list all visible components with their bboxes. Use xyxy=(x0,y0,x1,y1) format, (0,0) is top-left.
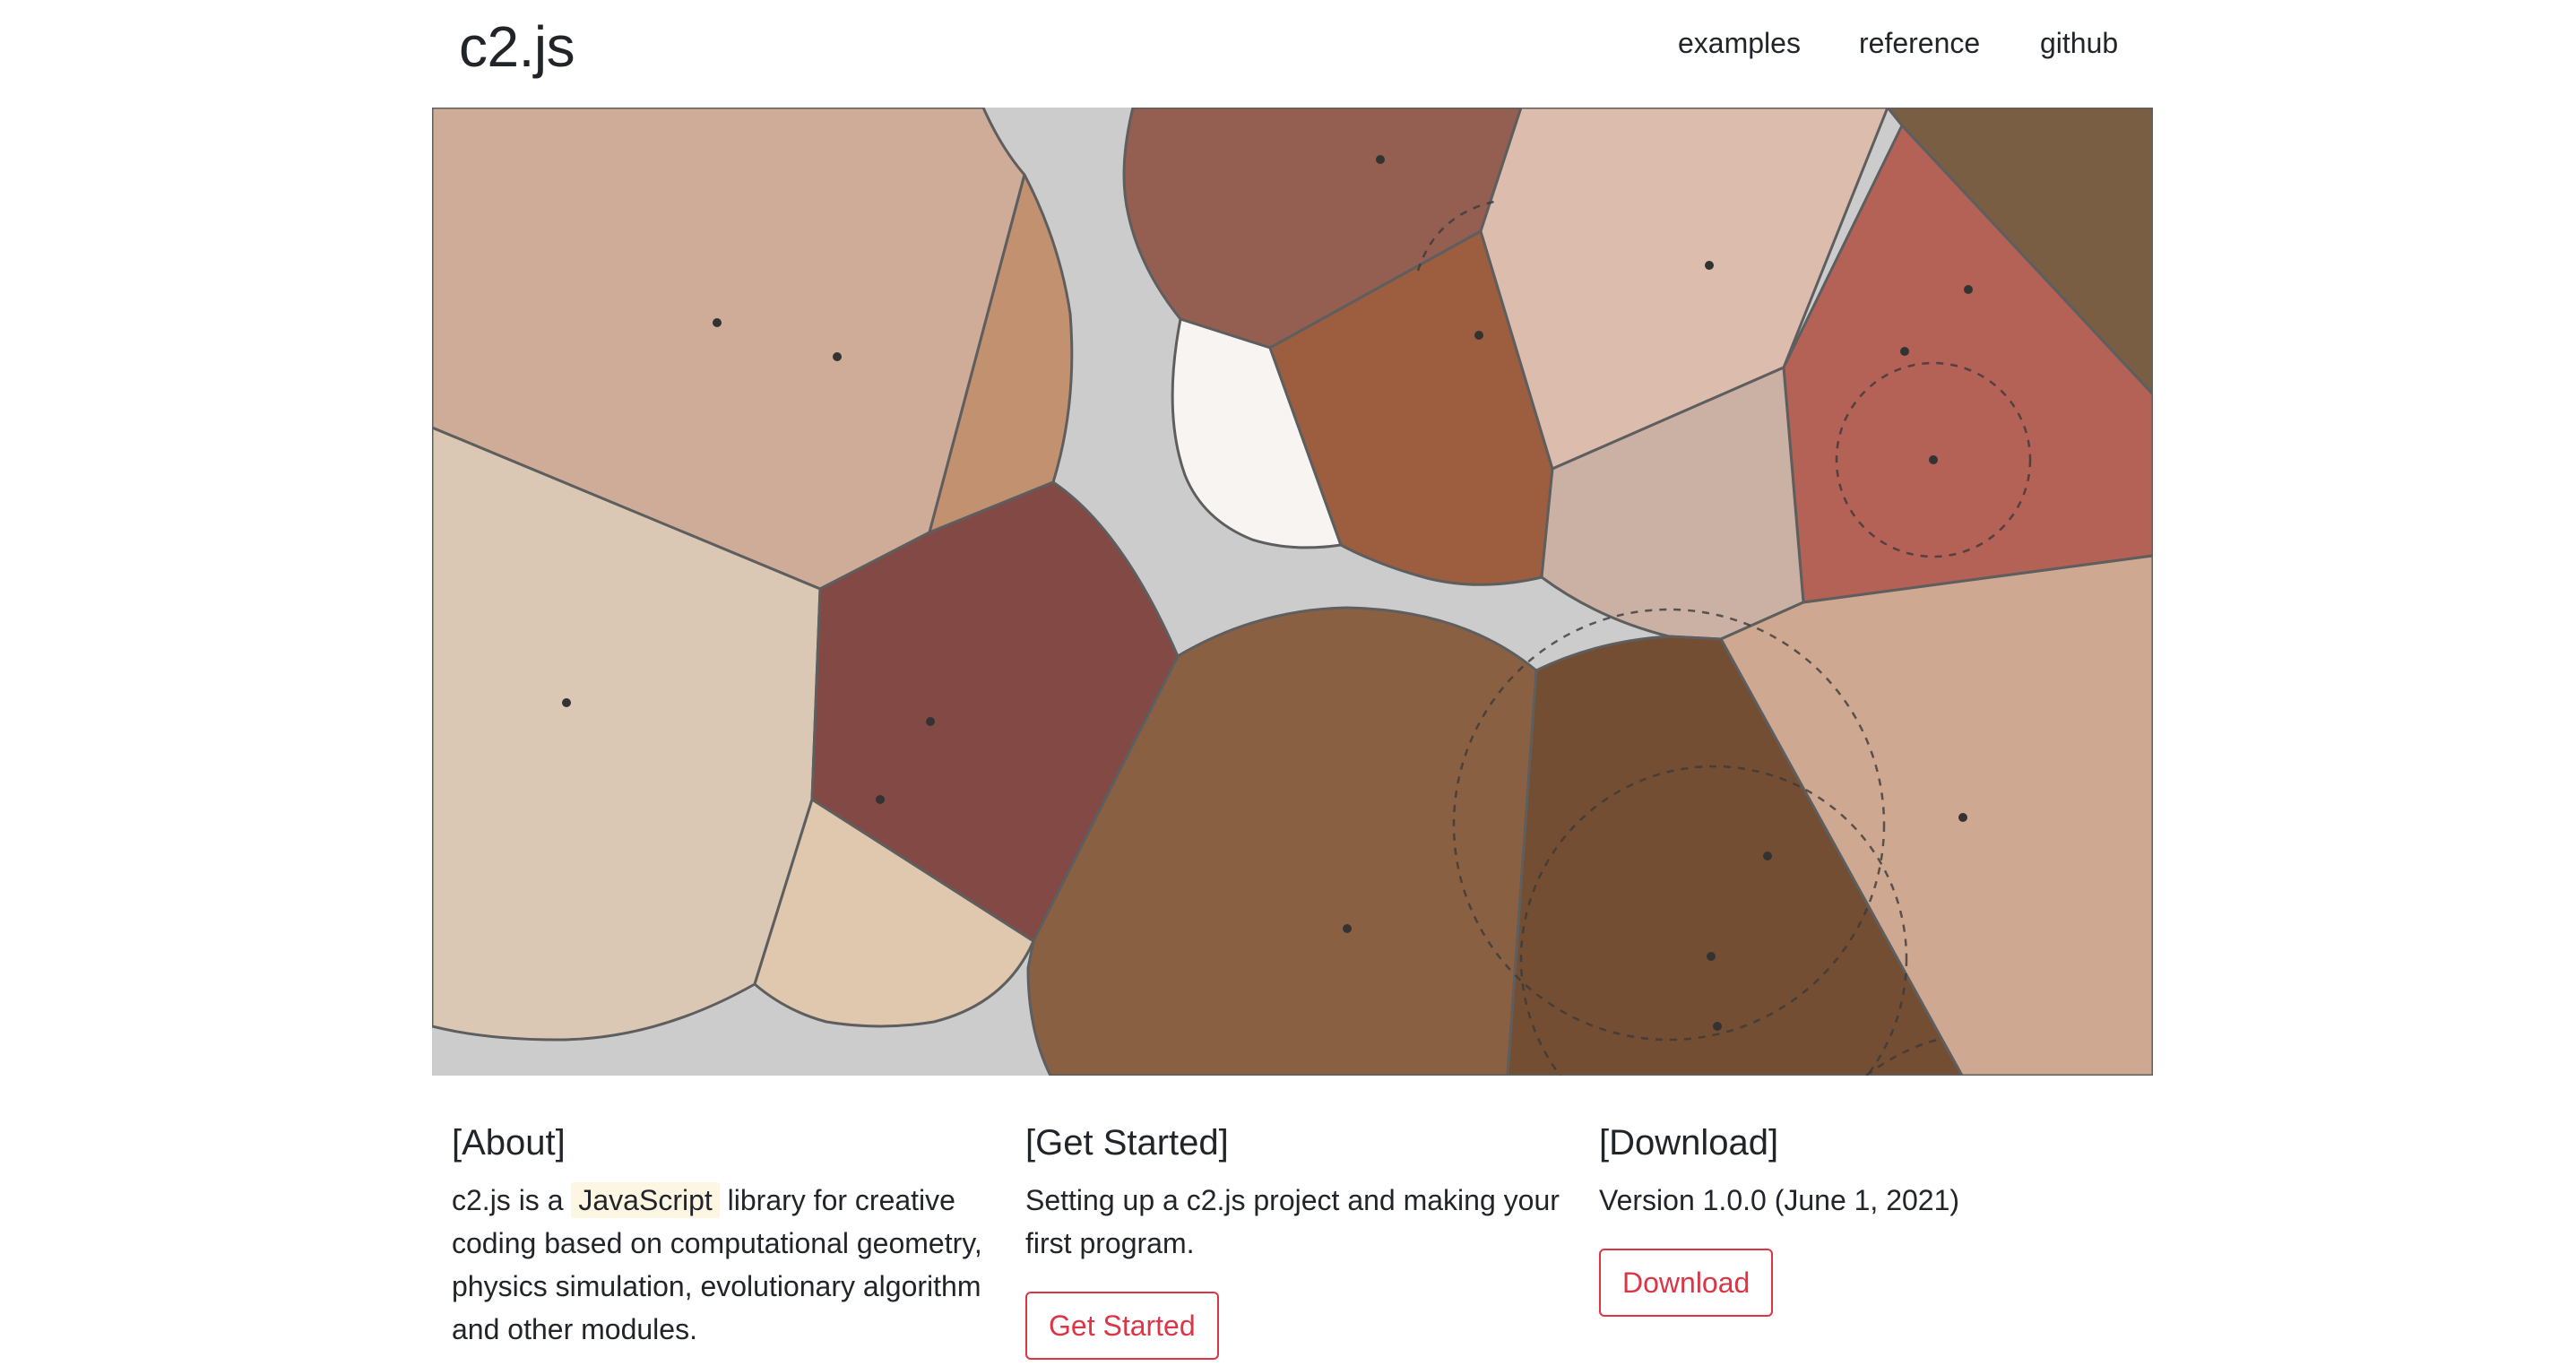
nav-link-reference[interactable]: reference xyxy=(1859,22,1980,65)
brand-logo-link[interactable]: c2.js xyxy=(459,11,575,82)
page: c2.js examples reference github [About] … xyxy=(0,0,2576,1366)
get-started-section: [Get Started] Setting up a c2.js project… xyxy=(1025,1116,1563,1360)
download-section: [Download] Version 1.0.0 (June 1, 2021) … xyxy=(1599,1116,2137,1317)
navbar: c2.js examples reference github xyxy=(0,0,2576,108)
about-text-before: c2.js is a xyxy=(452,1184,572,1216)
nav-link-github[interactable]: github xyxy=(2040,22,2118,65)
javascript-highlight: JavaScript xyxy=(571,1182,720,1218)
download-heading: [Download] xyxy=(1599,1123,1779,1163)
get-started-text: Setting up a c2.js project and making yo… xyxy=(1025,1184,1560,1259)
hero-voronoi-canvas xyxy=(432,108,2153,1076)
about-section: [About] c2.js is a JavaScript library fo… xyxy=(452,1116,990,1351)
about-text: c2.js is a JavaScript library for creati… xyxy=(452,1179,990,1351)
voronoi-graphic xyxy=(432,108,2153,1076)
download-button[interactable]: Download xyxy=(1599,1249,1774,1317)
about-heading: [About] xyxy=(452,1123,566,1163)
get-started-heading: [Get Started] xyxy=(1025,1123,1229,1163)
nav-link-examples[interactable]: examples xyxy=(1678,22,1801,65)
get-started-button[interactable]: Get Started xyxy=(1025,1292,1219,1360)
download-version-text: Version 1.0.0 (June 1, 2021) xyxy=(1599,1184,1960,1216)
